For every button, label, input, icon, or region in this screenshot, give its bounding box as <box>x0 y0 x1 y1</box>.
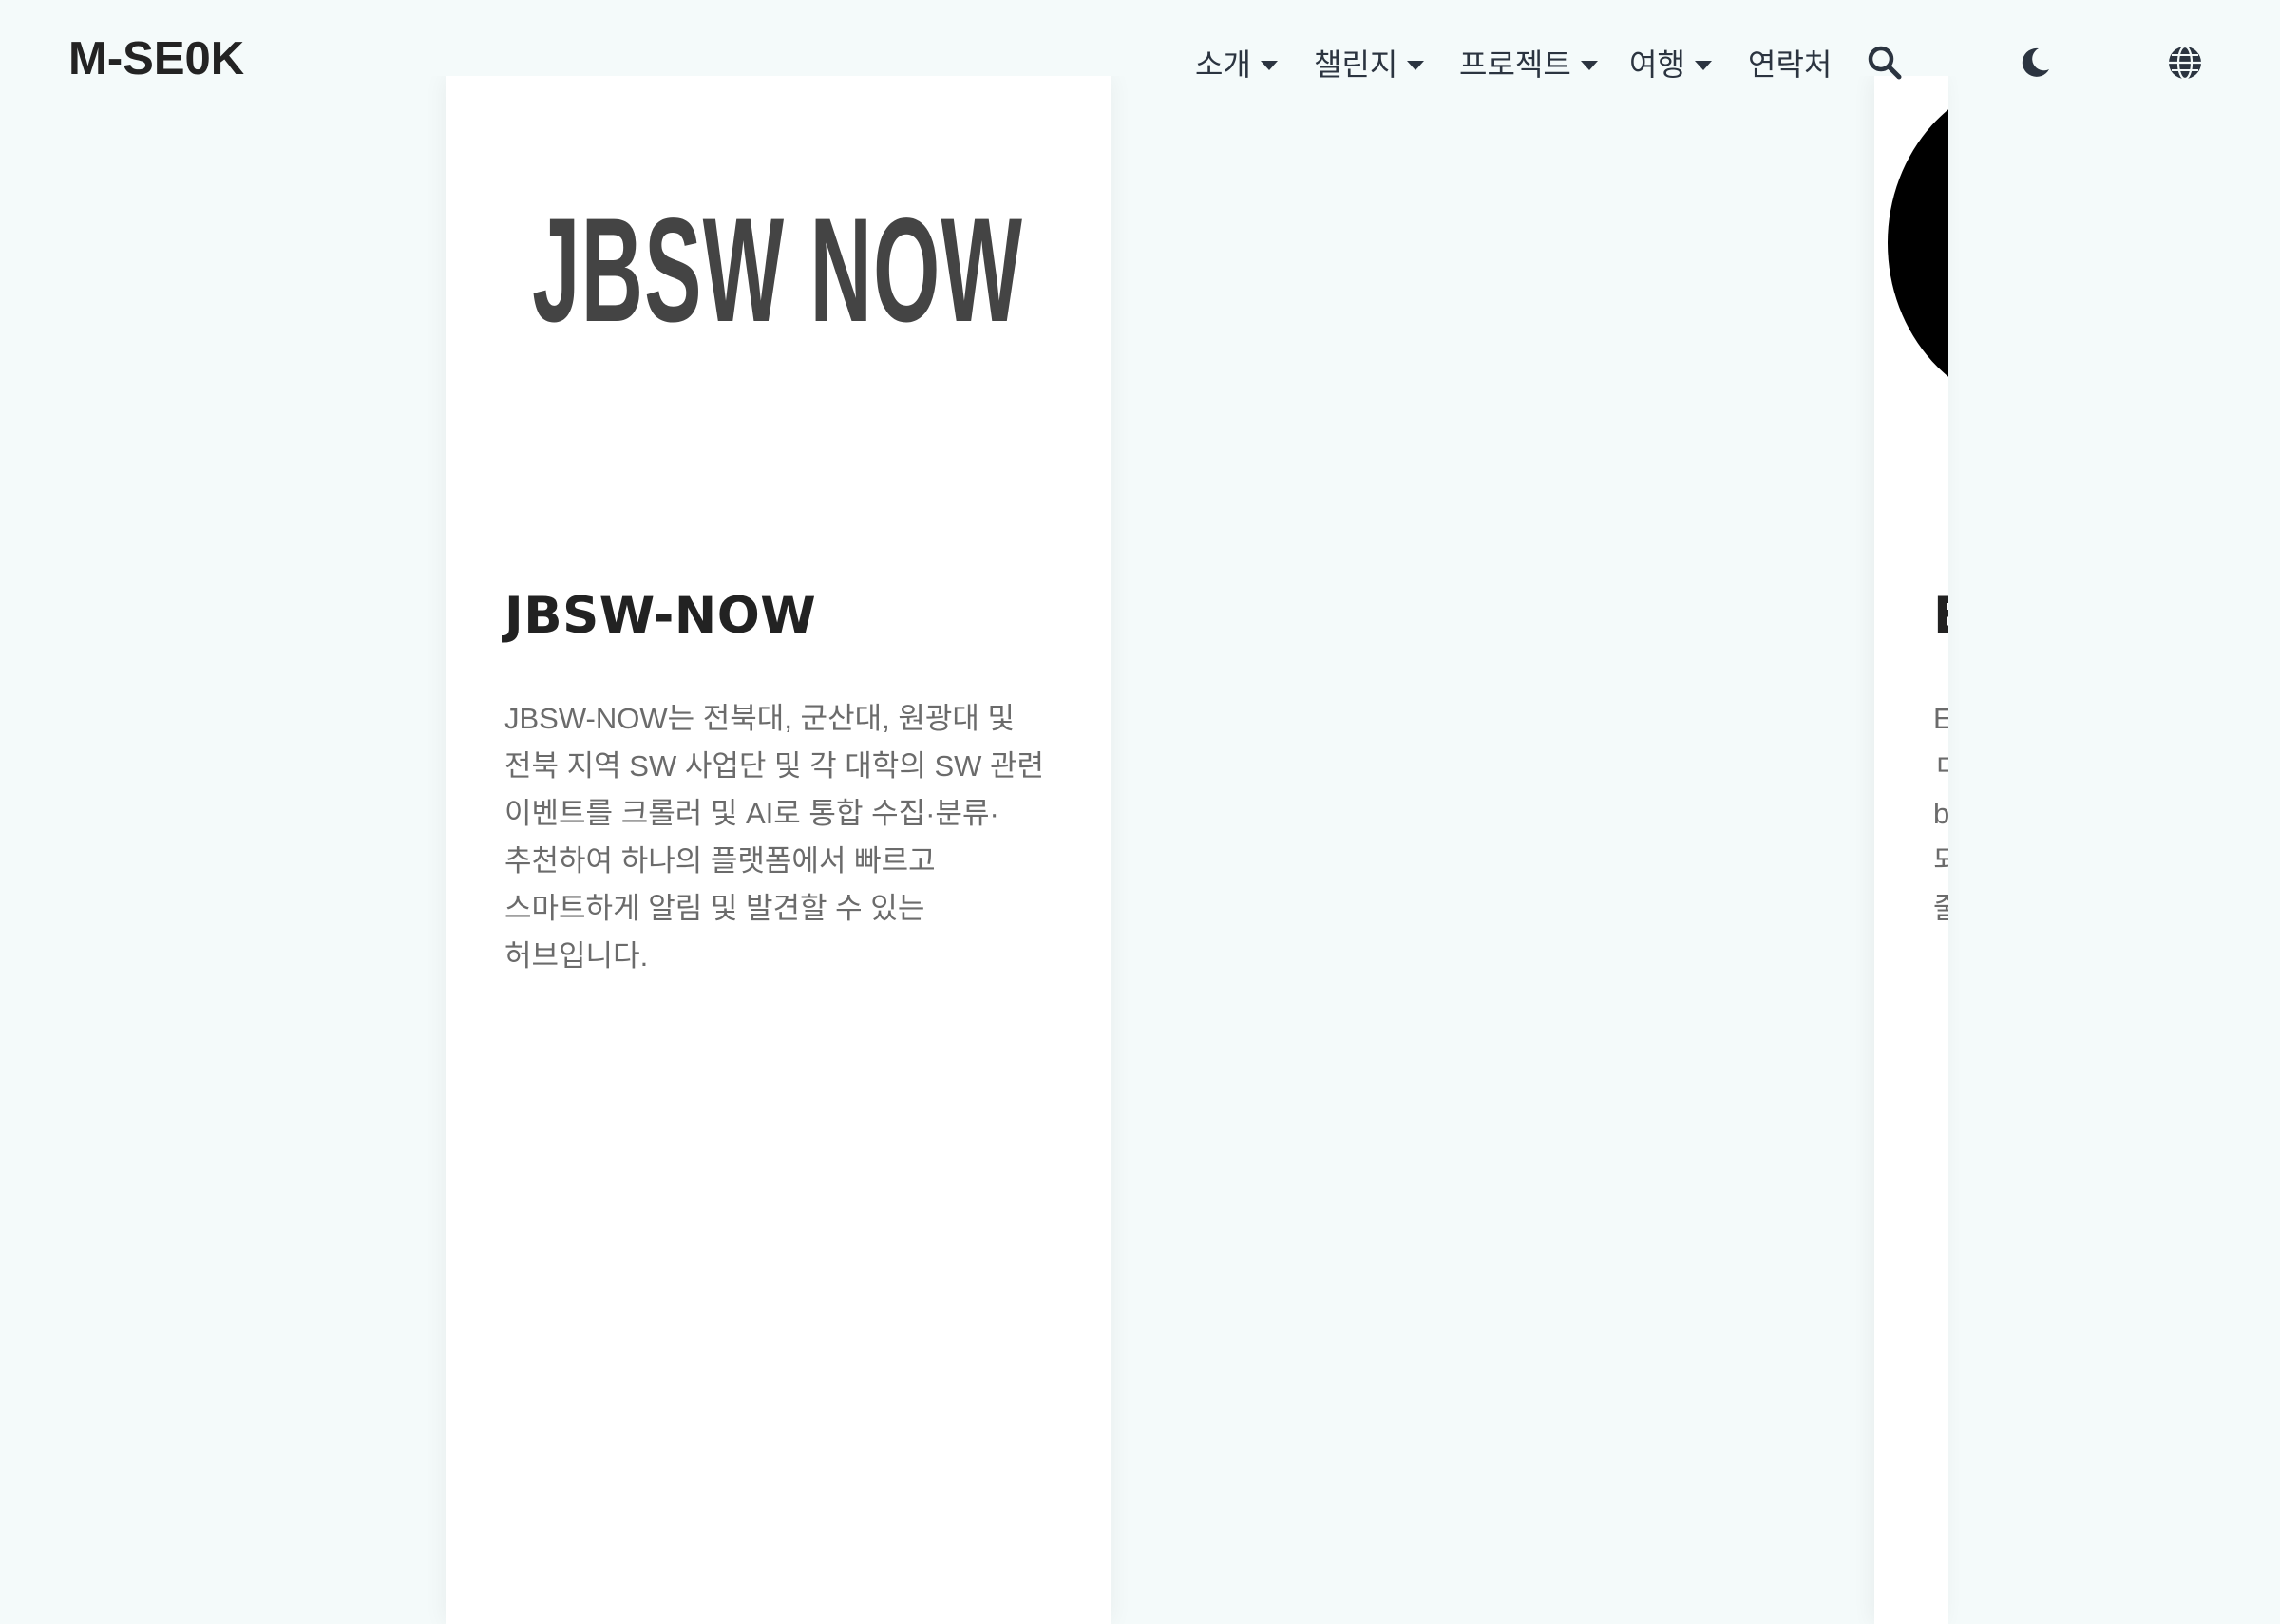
navbar: M-SE0K 소개 챌린지 프로젝트 여행 연락처 <box>0 0 2280 83</box>
nav-label: 챌린지 <box>1314 47 1398 82</box>
nav-label: 연락처 <box>1748 47 1833 82</box>
nav-item-projects[interactable]: 프로젝트 <box>1459 46 1598 84</box>
project-title-partial: E <box>1933 588 1948 644</box>
caret-down-icon <box>1260 61 1278 70</box>
project-card-partial[interactable]: E E ㄷ b 되 줄 <box>1874 76 1948 1624</box>
nav-item-challenge[interactable]: 챌린지 <box>1314 46 1425 84</box>
project-title[interactable]: JBSW-NOW <box>504 588 816 644</box>
globe-icon[interactable] <box>2164 42 2206 84</box>
description-fragment: 줄 <box>1933 892 1948 925</box>
caret-down-icon <box>1694 61 1712 70</box>
page: M-SE0K 소개 챌린지 프로젝트 여행 연락처 JBSW NOW JBSW-… <box>0 0 2280 1624</box>
project-logo: JBSW NOW <box>533 180 1023 361</box>
project-logo-text: JBSW NOW <box>532 188 1024 353</box>
moon-icon[interactable] <box>2014 42 2056 84</box>
caret-down-icon <box>1580 61 1598 70</box>
project-card[interactable]: JBSW NOW JBSW-NOW JBSW-NOW는 전북대, 군산대, 원광… <box>446 76 1111 1624</box>
circle-shape <box>1888 76 1948 410</box>
site-brand[interactable]: M-SE0K <box>68 36 244 83</box>
description-fragment: E <box>1933 702 1948 735</box>
nav-label: 프로젝트 <box>1459 47 1571 82</box>
caret-down-icon <box>1407 61 1425 70</box>
nav-label: 소개 <box>1195 47 1251 82</box>
search-icon[interactable] <box>1864 42 1906 84</box>
project-description: JBSW-NOW는 전북대, 군산대, 원광대 및 전북 지역 SW 사업단 및… <box>504 702 1045 973</box>
description-fragment: b <box>1933 797 1948 830</box>
description-fragment: 되 <box>1933 844 1948 878</box>
nav-item-contact[interactable]: 연락처 <box>1748 46 1832 84</box>
nav-item-travel[interactable]: 여행 <box>1629 46 1712 84</box>
description-fragment: ㄷ <box>1933 749 1948 783</box>
project-image-partial <box>1874 76 1948 410</box>
nav-label: 여행 <box>1629 47 1685 82</box>
nav-item-about[interactable]: 소개 <box>1195 46 1278 84</box>
